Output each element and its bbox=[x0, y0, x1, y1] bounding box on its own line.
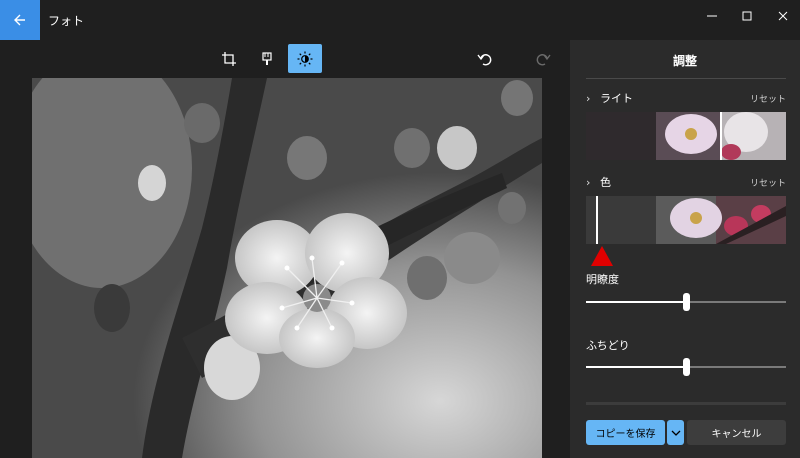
light-section-header[interactable]: › ライト リセット bbox=[586, 90, 786, 106]
clarity-label: 明瞭度 bbox=[586, 273, 619, 286]
photo-canvas[interactable] bbox=[32, 78, 542, 458]
crop-icon bbox=[222, 51, 236, 66]
close-icon bbox=[778, 11, 788, 21]
adjust-brightness-icon bbox=[297, 51, 313, 66]
redo-icon bbox=[536, 53, 551, 65]
chevron-right-icon: › bbox=[586, 91, 591, 105]
vignette-slider-fill bbox=[586, 366, 686, 368]
cancel-button[interactable]: キャンセル bbox=[687, 420, 786, 445]
adjust-panel: 調整 › ライト リセット › 色 リセット 明瞭度 ふちどり コピーを保存 キ… bbox=[570, 40, 800, 458]
color-label: 色 bbox=[600, 176, 611, 189]
close-button[interactable] bbox=[763, 0, 800, 32]
light-strip-image bbox=[586, 112, 786, 160]
undo-icon bbox=[477, 53, 492, 65]
adjust-button[interactable] bbox=[288, 44, 322, 73]
clarity-slider-thumb[interactable] bbox=[683, 293, 690, 311]
back-arrow-icon bbox=[14, 14, 25, 26]
chevron-right-icon: › bbox=[586, 175, 591, 189]
color-section-header[interactable]: › 色 リセット bbox=[586, 174, 786, 190]
light-reset-button[interactable]: リセット bbox=[750, 92, 786, 105]
light-preview-strip[interactable] bbox=[586, 112, 786, 160]
undo-button[interactable] bbox=[468, 44, 502, 73]
save-options-button[interactable] bbox=[667, 420, 684, 445]
vignette-slider[interactable] bbox=[586, 358, 786, 376]
annotation-arrow bbox=[591, 246, 613, 266]
back-button[interactable] bbox=[0, 0, 40, 40]
divider bbox=[586, 402, 786, 405]
filter-icon bbox=[262, 51, 272, 65]
minimize-icon bbox=[707, 15, 717, 17]
light-label: ライト bbox=[600, 92, 633, 105]
flower-photo bbox=[32, 78, 542, 458]
maximize-button[interactable] bbox=[727, 0, 767, 32]
divider bbox=[586, 78, 786, 79]
filter-button[interactable] bbox=[250, 44, 284, 73]
minimize-button[interactable] bbox=[692, 0, 732, 32]
color-preview-strip[interactable] bbox=[586, 196, 786, 244]
panel-title: 調整 bbox=[672, 54, 697, 68]
vignette-slider-thumb[interactable] bbox=[683, 358, 690, 376]
title-bar: フォト bbox=[0, 0, 800, 40]
chevron-down-icon bbox=[671, 430, 680, 436]
clarity-slider[interactable] bbox=[586, 293, 786, 311]
vignette-label: ふちどり bbox=[586, 339, 630, 352]
clarity-slider-fill bbox=[586, 301, 686, 303]
maximize-icon bbox=[742, 11, 752, 21]
color-reset-button[interactable]: リセット bbox=[750, 176, 786, 189]
color-strip-image bbox=[586, 196, 786, 244]
redo-button[interactable] bbox=[526, 44, 560, 73]
save-copy-button[interactable]: コピーを保存 bbox=[586, 420, 665, 445]
crop-button[interactable] bbox=[212, 44, 246, 73]
app-title: フォト bbox=[48, 14, 85, 28]
